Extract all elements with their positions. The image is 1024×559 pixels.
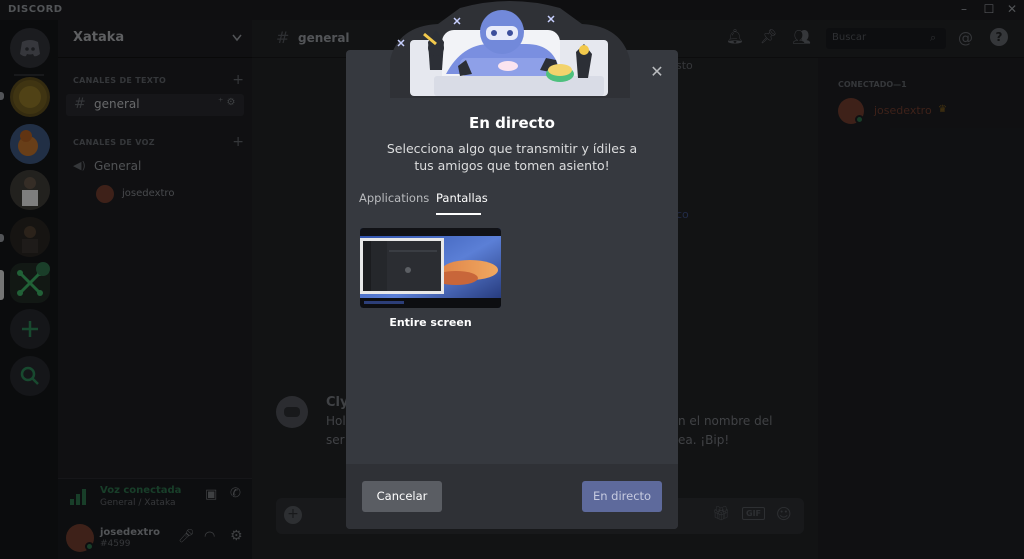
tab-screens[interactable]: Pantallas xyxy=(436,191,488,205)
screen-preview-thumbnail xyxy=(360,228,501,308)
screen-option-entire-screen[interactable] xyxy=(360,228,501,308)
modal-title: En directo xyxy=(469,114,555,132)
go-live-hero-illustration xyxy=(390,1,630,98)
go-live-modal: ✕ En directo Selecciona algo que transmi… xyxy=(346,50,678,529)
screen-option-label: Entire screen xyxy=(389,316,472,329)
tab-applications[interactable]: Applications xyxy=(359,191,429,205)
discord-app: DISCORD – ☐ ✕ Xataka CANALES DE TEXTO + … xyxy=(0,0,1024,559)
cancel-button[interactable]: Cancelar xyxy=(362,481,442,512)
go-live-button[interactable]: En directo xyxy=(582,481,662,512)
active-tab-indicator xyxy=(436,213,481,215)
close-icon[interactable]: ✕ xyxy=(648,63,666,81)
modal-subtitle: Selecciona algo que transmitir y ídiles … xyxy=(386,141,638,173)
